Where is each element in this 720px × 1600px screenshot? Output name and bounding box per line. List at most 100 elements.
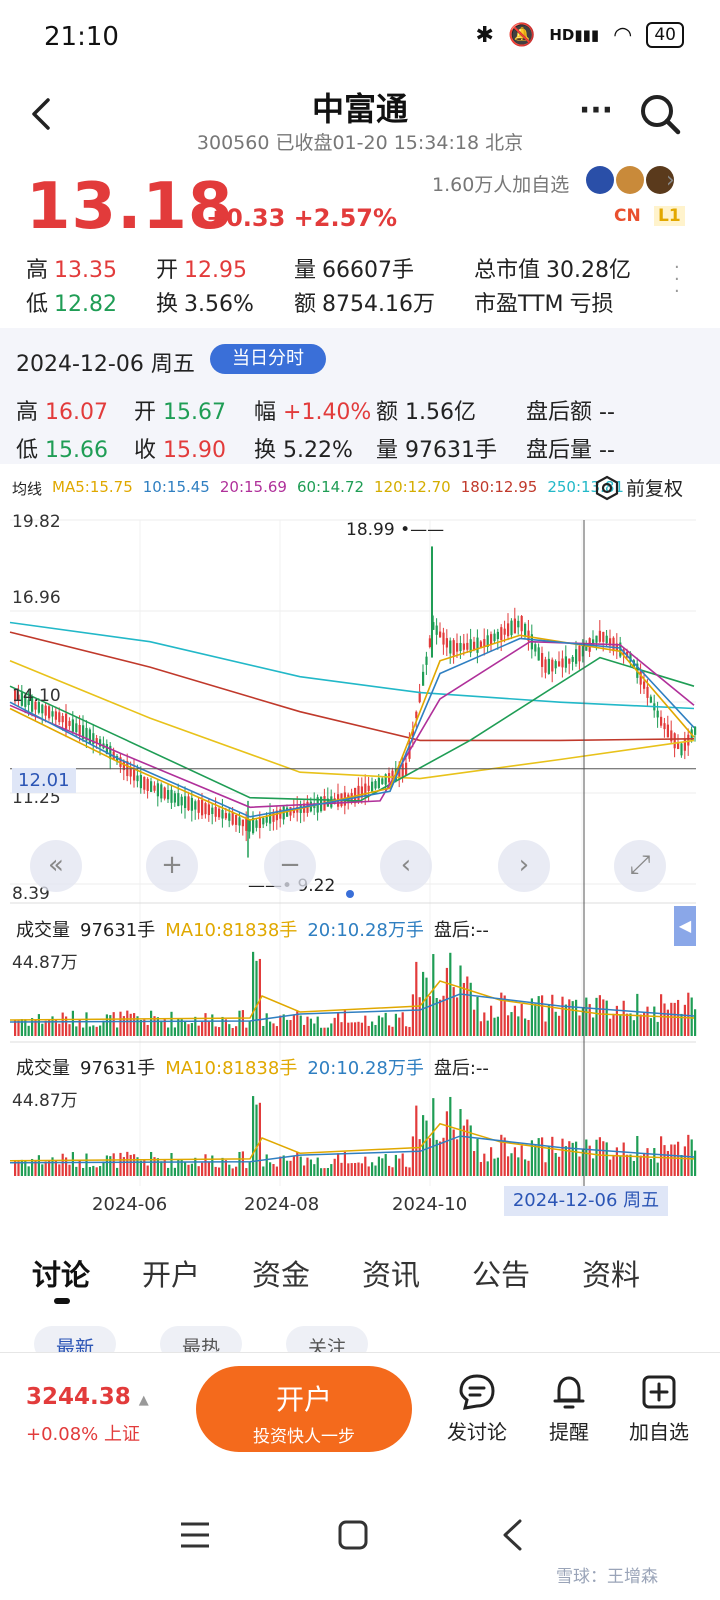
ma-legend[interactable]: 均线 MA5:15.75 10:15.45 20:15.69 60:14.72 …: [12, 478, 624, 499]
volume-bar: [663, 1003, 666, 1036]
volume-bar: [279, 1156, 282, 1176]
candle-body: [146, 778, 149, 791]
candle-body: [364, 783, 367, 797]
volume-bar: [513, 1147, 516, 1176]
candle-body: [44, 705, 47, 716]
volume-bar: [585, 1139, 588, 1176]
volume-bar: [44, 1020, 47, 1036]
volume-bar: [248, 1162, 251, 1176]
volume-bar: [221, 1016, 224, 1036]
candle-body: [490, 634, 493, 645]
candle-body: [673, 733, 676, 749]
tab-news[interactable]: 资讯: [362, 1252, 420, 1294]
day-label: 额: [376, 400, 399, 425]
fullscreen-button[interactable]: ⤢: [614, 840, 666, 892]
tab-open-account[interactable]: 开户: [142, 1252, 200, 1294]
more-icon[interactable]: ···: [576, 96, 616, 136]
price-adjust-button[interactable]: 前复权: [594, 474, 683, 501]
tab-announcements[interactable]: 公告: [472, 1252, 530, 1294]
ma60-legend: 60:14.72: [296, 478, 365, 496]
volume-bar: [102, 1161, 105, 1176]
volume-bar: [99, 1025, 102, 1036]
volume-bar: [388, 1025, 391, 1036]
volume-bar: [272, 1023, 275, 1036]
volume-bar: [139, 1160, 142, 1176]
volume-bar: [466, 976, 469, 1036]
volume-bar: [299, 1015, 302, 1036]
scroll-left-button[interactable]: ‹: [380, 840, 432, 892]
volume-bar: [187, 1024, 190, 1036]
tab-funds[interactable]: 资金: [252, 1252, 310, 1294]
volume-bar: [622, 1142, 625, 1176]
volume-value: 97631手: [80, 1058, 156, 1079]
volume-bar: [37, 1155, 40, 1176]
candle-body: [180, 796, 183, 806]
volume-bar: [265, 1154, 268, 1176]
add-watchlist-button[interactable]: 加自选: [614, 1372, 704, 1445]
volume-bar: [92, 1165, 95, 1176]
volume-bar: [303, 1024, 306, 1036]
intraday-button[interactable]: 当日分时: [210, 344, 326, 374]
high-marker-value: 18.99: [346, 520, 395, 540]
scroll-right-button[interactable]: ›: [498, 840, 550, 892]
tab-discussion[interactable]: 讨论: [32, 1252, 90, 1294]
zoom-out-button[interactable]: −: [264, 840, 316, 892]
candle-body: [602, 631, 605, 642]
volume-bar: [299, 1156, 302, 1176]
candle-body: [660, 716, 663, 726]
volume-bar: [503, 995, 506, 1036]
volume-bar: [473, 1009, 476, 1036]
candle-body: [646, 686, 649, 698]
index-value[interactable]: 3244.38 ▲: [26, 1384, 149, 1410]
volume-bar: [343, 1151, 346, 1176]
chevron-right-icon[interactable]: ›: [666, 168, 675, 193]
volume-bar: [683, 1146, 686, 1176]
panel-toggle-icon[interactable]: ◀: [674, 906, 696, 946]
kline-chart[interactable]: [0, 506, 720, 1196]
ma180-legend: 180:12.95: [460, 478, 538, 496]
open-account-button[interactable]: 开户 投资快人一步: [196, 1366, 412, 1452]
day-label: 幅: [254, 400, 277, 425]
volume-bar: [605, 1142, 608, 1176]
volume-bar: [360, 1022, 363, 1036]
volume-bar: [245, 1168, 248, 1176]
volume-bar: [252, 1096, 255, 1176]
volume-bar: [320, 1168, 323, 1176]
candle-body: [245, 817, 248, 831]
volume-bar: [598, 1137, 601, 1176]
candle-body: [544, 659, 547, 673]
candle-body: [449, 640, 452, 654]
day-item: 量 97631手: [376, 432, 497, 464]
candle-body: [371, 781, 374, 792]
volume-bar: [445, 1111, 448, 1176]
quote-value: 30.28亿: [546, 258, 631, 283]
follower-avatars[interactable]: [586, 166, 674, 194]
menu-icon[interactable]: [178, 1520, 212, 1550]
expand-dots-icon[interactable]: · · ·: [674, 259, 680, 301]
post-discussion-button[interactable]: 发讨论: [432, 1372, 522, 1445]
candle-body: [687, 734, 690, 746]
volume-bar: [129, 1154, 132, 1176]
quote-label: 开: [156, 258, 179, 283]
volume-bar: [656, 1162, 659, 1176]
home-icon[interactable]: [336, 1518, 370, 1552]
volume-bar: [85, 1012, 88, 1036]
zoom-in-button[interactable]: +: [146, 840, 198, 892]
search-icon[interactable]: [638, 92, 682, 136]
tab-profile[interactable]: 资料: [582, 1252, 640, 1294]
volume-bar: [330, 1164, 333, 1176]
scroll-left-fast-button[interactable]: «: [30, 840, 82, 892]
nav-back-icon[interactable]: [498, 1518, 526, 1552]
ma120-legend: 120:12.70: [374, 478, 451, 496]
followers-count[interactable]: 1.60万人加自选: [432, 170, 569, 197]
volume-bar: [364, 1015, 367, 1036]
price-alert-label: 提醒: [549, 1420, 589, 1444]
candle-body: [160, 784, 163, 799]
volume-bar: [218, 1167, 221, 1176]
volume-bar: [360, 1163, 363, 1176]
volume-bar: [201, 1162, 204, 1176]
ma-legend-title: 均线: [12, 480, 43, 498]
volume-bar: [537, 1138, 540, 1176]
volume-bar: [170, 1153, 173, 1176]
price-alert-button[interactable]: 提醒: [524, 1372, 614, 1445]
